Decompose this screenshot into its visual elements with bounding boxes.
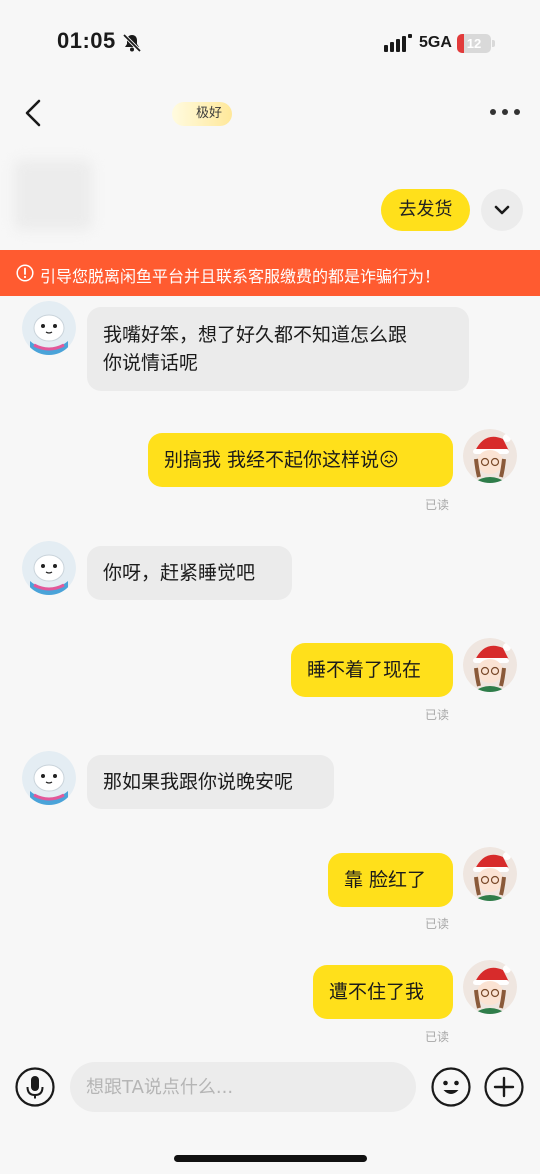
message-line: 你说情话呢: [103, 352, 199, 374]
read-status: 已读: [425, 708, 450, 722]
more-options-icon[interactable]: [488, 100, 522, 124]
read-status: 已读: [425, 917, 450, 931]
fraud-warning-text: 引导您脱离闲鱼平台并且联系客服缴费的都是诈骗行为！: [40, 267, 441, 286]
message-bubble-outgoing[interactable]: 靠 脸红了: [328, 853, 453, 907]
message-bubble-incoming[interactable]: 那如果我跟你说晚安呢: [87, 755, 334, 809]
message-text: 遭不住了我: [329, 981, 425, 1003]
item-status: [100, 216, 210, 230]
message-text: 你呀，赶紧睡觉吧: [103, 562, 256, 584]
chevron-down-icon[interactable]: [481, 189, 523, 231]
status-time: 01:05: [57, 28, 116, 53]
message-line: 我嘴好笨，想了好久都不知道怎么跟: [103, 324, 408, 346]
battery-cap: [492, 40, 495, 47]
partner-avatar[interactable]: [22, 751, 76, 805]
back-icon[interactable]: [18, 96, 52, 130]
battery-percent: 12: [466, 36, 482, 51]
bell-muted-icon: [122, 33, 142, 53]
reputation-badge[interactable]: 极好: [172, 102, 233, 126]
my-avatar[interactable]: [463, 638, 517, 692]
message-bubble-incoming[interactable]: 我嘴好笨，想了好久都不知道怎么跟 你说情话呢: [87, 307, 469, 391]
message-bubble-outgoing[interactable]: 别搞我 我经不起你这样说😖: [148, 433, 453, 487]
warning-icon: [16, 264, 34, 282]
message-text: 睡不着了现在: [307, 659, 422, 681]
smiley-icon[interactable]: [431, 1067, 471, 1107]
message-bubble-incoming[interactable]: 你呀，赶紧睡觉吧: [87, 546, 292, 600]
network-type: 5GA: [419, 34, 452, 51]
flustered-emoji-icon: 😖: [379, 449, 399, 471]
microphone-icon[interactable]: [15, 1067, 55, 1107]
item-price: [100, 190, 210, 204]
message-text: 靠 脸红了: [344, 869, 427, 891]
home-indicator[interactable]: [174, 1155, 367, 1162]
ship-button[interactable]: 去发货: [381, 189, 470, 231]
message-text: 别搞我 我经不起你这样说: [164, 449, 380, 471]
message-bubble-outgoing[interactable]: 遭不住了我: [313, 965, 453, 1019]
signal-icon: [384, 34, 412, 52]
read-status: 已读: [425, 498, 450, 512]
my-avatar[interactable]: [463, 847, 517, 901]
my-avatar[interactable]: [463, 429, 517, 483]
message-text: 那如果我跟你说晚安呢: [103, 771, 294, 793]
message-bubble-outgoing[interactable]: 睡不着了现在: [291, 643, 453, 697]
partner-avatar[interactable]: [22, 541, 76, 595]
plus-icon[interactable]: [484, 1067, 524, 1107]
status-bar: 01:05 5GA 12: [0, 0, 540, 80]
read-status: 已读: [425, 1030, 450, 1044]
item-thumbnail[interactable]: [14, 160, 92, 230]
message-input[interactable]: [70, 1062, 416, 1112]
battery-icon: 12: [457, 34, 491, 53]
partner-avatar[interactable]: [22, 301, 76, 355]
my-avatar[interactable]: [463, 960, 517, 1014]
